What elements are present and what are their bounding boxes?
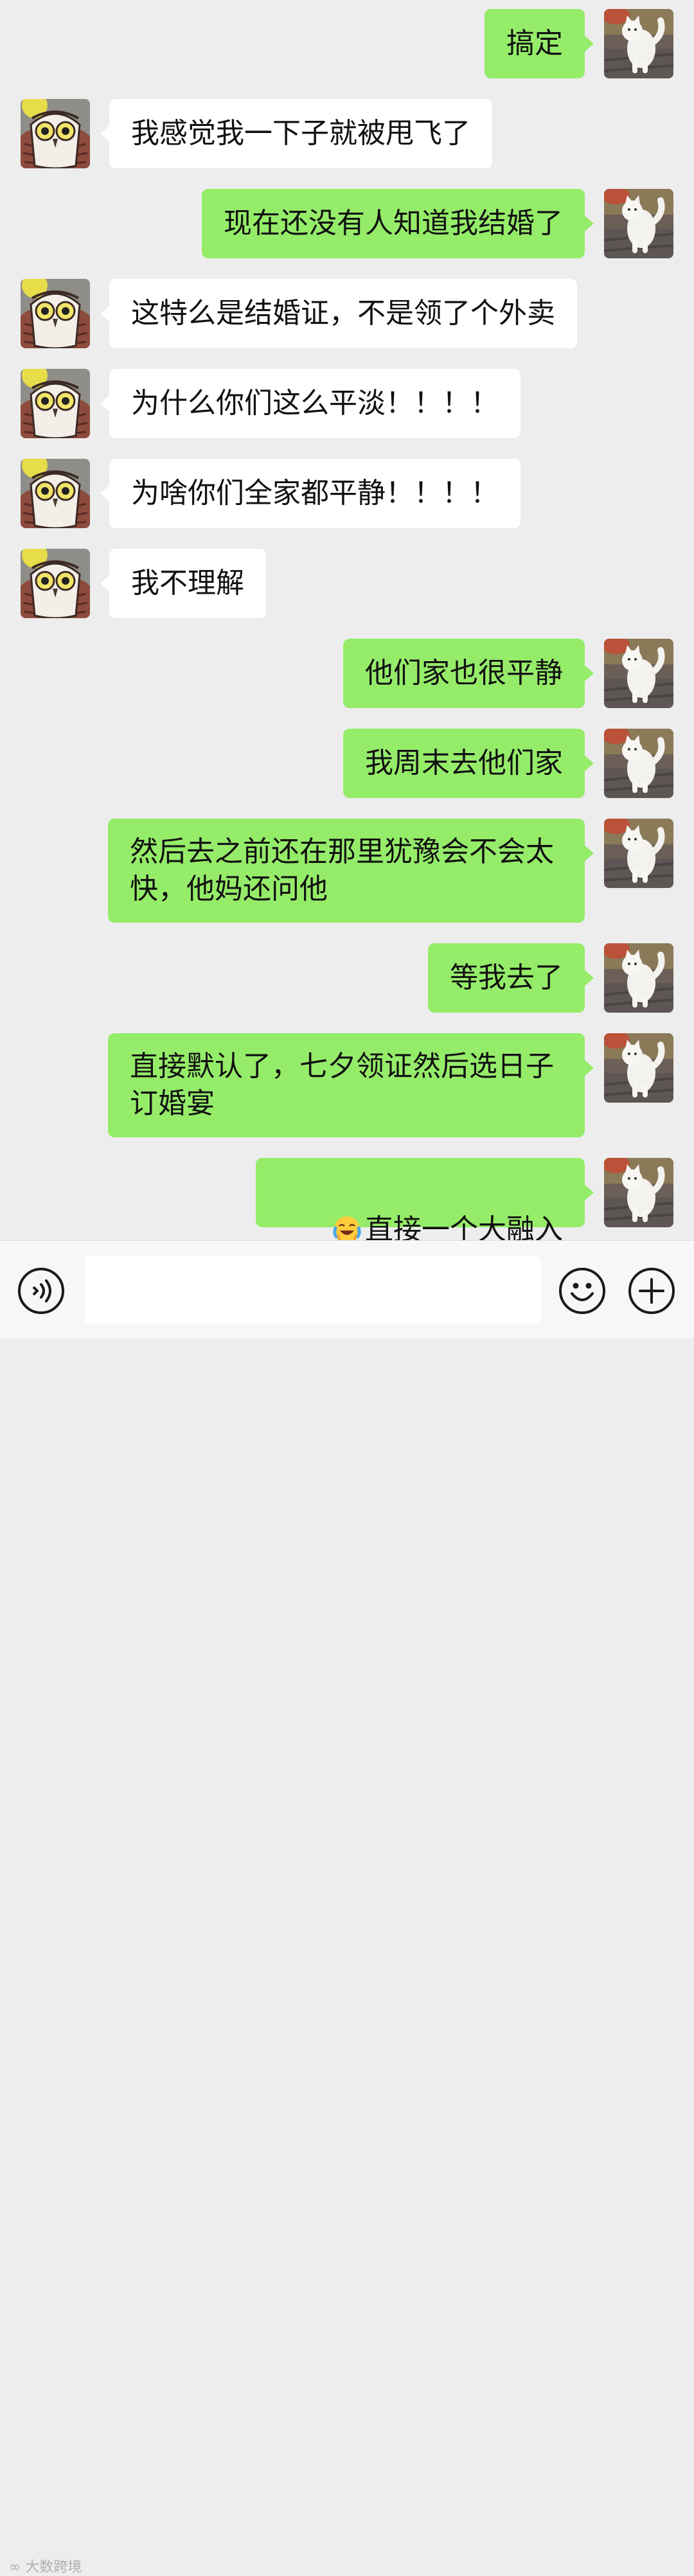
- message-bubble[interactable]: 等我去了: [428, 943, 594, 1013]
- message-text: 直接一个大融入: [365, 1213, 563, 1240]
- cat-avatar[interactable]: [604, 189, 673, 258]
- message-bubble[interactable]: 现在还没有人知道我结婚了: [202, 189, 594, 258]
- cat-avatar[interactable]: [604, 1033, 673, 1103]
- watermark-logo-icon: ∞: [9, 2559, 26, 2575]
- message-input[interactable]: [85, 1256, 541, 1324]
- input-bar: ∞ 大数跨境: [0, 1240, 694, 2575]
- cat-avatar[interactable]: [604, 819, 673, 888]
- owl-avatar[interactable]: [21, 549, 90, 618]
- watermark: ∞ 大数跨境: [9, 2555, 82, 2576]
- cat-avatar[interactable]: [604, 639, 673, 708]
- owl-avatar[interactable]: [21, 279, 90, 348]
- watermark-text: 大数跨境: [25, 2559, 82, 2575]
- owl-avatar[interactable]: [21, 369, 90, 438]
- message-bubble[interactable]: 我不理解: [100, 549, 266, 618]
- message-bubble[interactable]: 直接一个大融入: [256, 1158, 594, 1240]
- message-bubble[interactable]: 然后去之前还在那里犹豫会不会太 快，他妈还问他: [108, 819, 594, 923]
- cat-avatar[interactable]: [604, 9, 673, 78]
- laugh-cry-emoji-icon: [332, 1214, 362, 1240]
- owl-avatar[interactable]: [21, 99, 90, 168]
- message-bubble[interactable]: 搞定: [485, 9, 594, 78]
- cat-avatar[interactable]: [604, 943, 673, 1013]
- message-bubble[interactable]: 为什么你们这么平淡！！！！: [100, 369, 520, 438]
- message-bubble[interactable]: 他们家也很平静: [343, 639, 594, 708]
- message-bubble[interactable]: 这特么是结婚证，不是领了个外卖: [100, 279, 577, 348]
- owl-avatar[interactable]: [21, 459, 90, 528]
- cat-avatar[interactable]: [604, 729, 673, 798]
- cat-avatar[interactable]: [604, 1158, 673, 1227]
- message-bubble[interactable]: 我感觉我一下子就被甩飞了: [100, 99, 492, 168]
- plus-icon[interactable]: [627, 1266, 676, 1315]
- message-bubble[interactable]: 我周末去他们家: [343, 729, 594, 798]
- emoji-face-icon[interactable]: [558, 1266, 607, 1315]
- message-bubble[interactable]: 为啥你们全家都平静！！！！: [100, 459, 520, 528]
- message-bubble[interactable]: 直接默认了，七夕领证然后选日子 订婚宴: [108, 1033, 594, 1137]
- voice-icon[interactable]: [17, 1266, 66, 1315]
- chat-area[interactable]: 搞定 我感觉我一下子就被甩飞了 现在还没有人知道我结婚了 这特么是结婚证，不是领…: [0, 0, 694, 1240]
